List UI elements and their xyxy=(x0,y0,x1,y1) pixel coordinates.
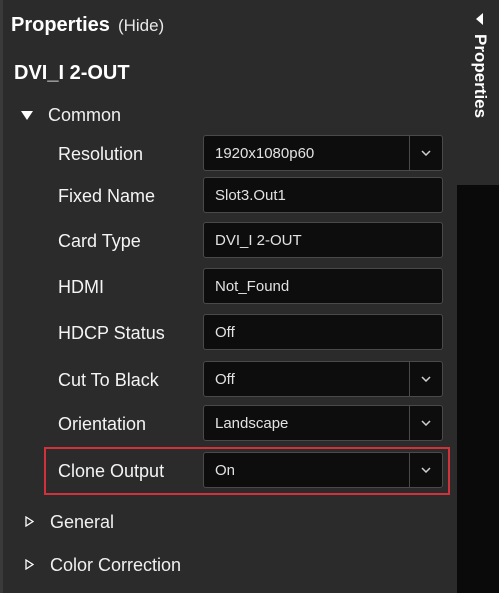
properties-side-tab[interactable]: Properties xyxy=(466,4,494,184)
hdmi-value: Not_Found xyxy=(215,278,290,295)
orientation-label: Orientation xyxy=(58,414,147,434)
section-general-toggle[interactable]: General xyxy=(22,512,114,533)
section-color-correction-toggle[interactable]: Color Correction xyxy=(22,555,181,576)
cut-to-black-select[interactable]: Off xyxy=(203,361,443,397)
section-common-toggle[interactable]: Common xyxy=(20,105,121,126)
hide-link[interactable]: (Hide) xyxy=(118,16,164,36)
hdcp-status-value: Off xyxy=(215,324,235,341)
clone-output-select[interactable]: On xyxy=(203,452,443,488)
section-color-correction-label: Color Correction xyxy=(50,555,182,575)
side-tab-label: Properties xyxy=(471,34,490,119)
chevron-down-icon[interactable] xyxy=(409,406,442,440)
hdmi-field[interactable]: Not_Found xyxy=(203,268,443,304)
collapsed-triangle-icon xyxy=(22,515,36,530)
clone-output-value: On xyxy=(215,462,236,479)
cut-to-black-value: Off xyxy=(215,371,235,388)
fixed-name-label: Fixed Name xyxy=(58,186,156,206)
hdcp-status-label: HDCP Status xyxy=(58,323,165,343)
fixed-name-value: Slot3.Out1 xyxy=(215,187,286,204)
chevron-down-icon[interactable] xyxy=(409,362,442,396)
panel-title: Properties xyxy=(11,14,110,36)
collapse-arrow-icon[interactable] xyxy=(476,12,483,30)
row-orientation: Orientation Landscape xyxy=(0,405,457,443)
orientation-value: Landscape xyxy=(215,415,289,432)
resolution-label: Resolution xyxy=(58,144,144,164)
row-hdmi: HDMI Not_Found xyxy=(0,268,457,306)
row-resolution: Resolution 1920x1080p60 xyxy=(0,135,457,173)
hdmi-label: HDMI xyxy=(58,277,104,297)
panel-header: Properties (Hide) xyxy=(11,14,164,40)
resolution-select[interactable]: 1920x1080p60 xyxy=(203,135,443,171)
expanded-triangle-icon xyxy=(20,108,34,123)
row-fixed-name: Fixed Name Slot3.Out1 xyxy=(0,177,457,215)
clone-output-label: Clone Output xyxy=(58,461,165,481)
chevron-down-icon[interactable] xyxy=(409,136,442,170)
resolution-value: 1920x1080p60 xyxy=(215,145,315,162)
device-name: DVI_I 2-OUT xyxy=(14,62,130,84)
row-card-type: Card Type DVI_I 2-OUT xyxy=(0,222,457,260)
side-background xyxy=(457,185,499,593)
card-type-field[interactable]: DVI_I 2-OUT xyxy=(203,222,443,258)
card-type-value: DVI_I 2-OUT xyxy=(215,232,302,249)
orientation-select[interactable]: Landscape xyxy=(203,405,443,441)
row-cut-to-black: Cut To Black Off xyxy=(0,361,457,399)
fixed-name-field[interactable]: Slot3.Out1 xyxy=(203,177,443,213)
cut-to-black-label: Cut To Black xyxy=(58,370,159,390)
card-type-label: Card Type xyxy=(58,231,141,251)
section-common-label: Common xyxy=(48,105,122,125)
collapsed-triangle-icon xyxy=(22,558,36,573)
row-hdcp-status: HDCP Status Off xyxy=(0,314,457,352)
hdcp-status-field[interactable]: Off xyxy=(203,314,443,350)
chevron-down-icon[interactable] xyxy=(409,453,442,487)
row-clone-output: Clone Output On xyxy=(0,452,457,490)
section-general-label: General xyxy=(50,512,115,532)
